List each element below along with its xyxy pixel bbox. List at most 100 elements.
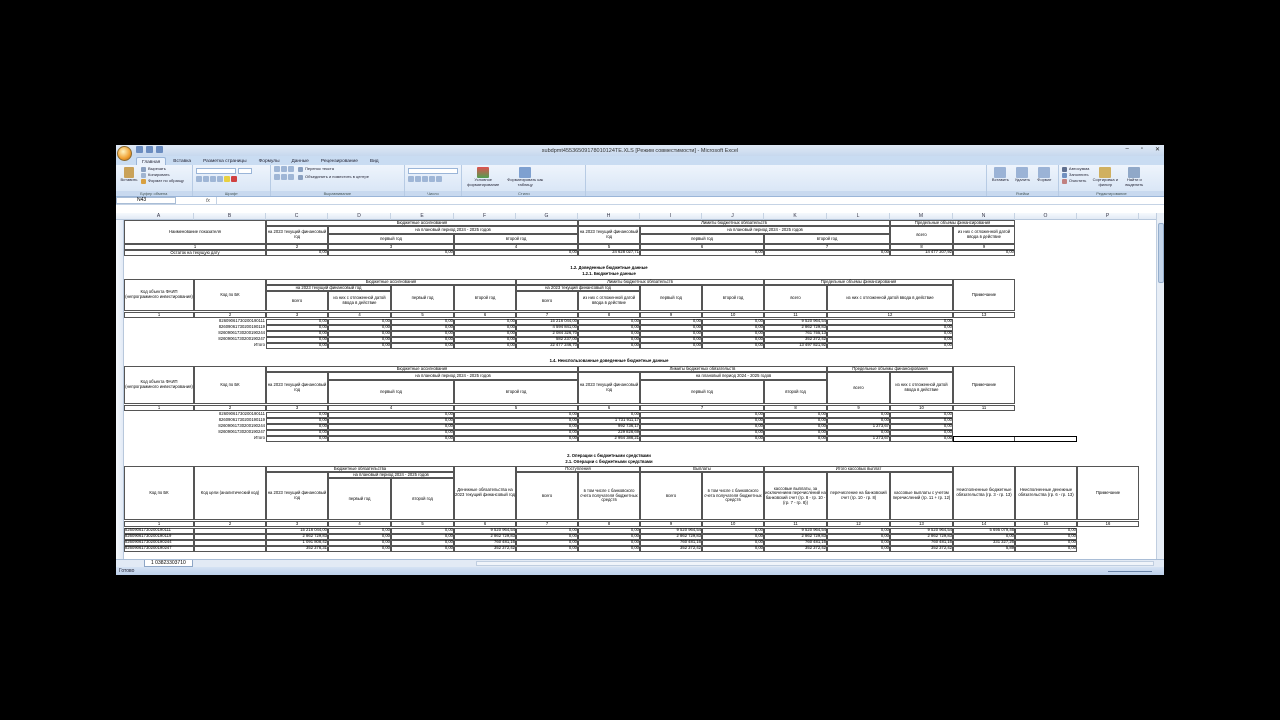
column-header[interactable]: F <box>454 213 516 220</box>
value-cell: 0,00 <box>444 546 453 550</box>
header-current-year: на 2023 текущий финансовый год <box>267 382 327 392</box>
column-header[interactable]: J <box>702 213 764 220</box>
total-value: 0,00 <box>630 343 639 347</box>
header-plan: на плановый период 2024 - 2025 годов <box>727 226 803 232</box>
column-header[interactable]: B <box>194 213 266 220</box>
tab-page-layout[interactable]: Разметка страницы <box>198 157 252 165</box>
row-label: Остаток на текущую дату <box>170 250 220 255</box>
header-monetary: Денежные обязательства на 2023 текущий ф… <box>455 487 515 497</box>
redo-icon[interactable] <box>156 146 163 153</box>
decrease-decimal-icon[interactable] <box>435 176 442 182</box>
fx-icon[interactable]: fx <box>206 198 216 204</box>
column-header[interactable]: I <box>640 213 702 220</box>
italic-icon[interactable] <box>202 176 209 182</box>
total-value: 0,00 <box>444 343 453 347</box>
group-editing: Автосумма Заполнить Очистить Сортировка … <box>1058 165 1164 196</box>
column-header[interactable]: P <box>1077 213 1139 220</box>
align-middle-icon[interactable] <box>281 166 287 172</box>
column-header[interactable]: L <box>827 213 890 220</box>
sheet-tab[interactable]: 1 03823303710 <box>144 560 193 567</box>
currency-icon[interactable] <box>407 176 414 182</box>
header-faip: Код объекта ФАИП (непрограммного инвести… <box>125 289 193 299</box>
section-subtitle: 1.2.1. Бюджетные данные <box>582 271 636 276</box>
header-deferred: из них с отложенной датой ввода в действ… <box>582 295 636 305</box>
tab-insert[interactable]: Вставка <box>168 157 196 165</box>
column-number: 7 <box>545 521 549 526</box>
cell-grid[interactable]: Наименование показателя Бюджетные ассигно… <box>124 220 1156 567</box>
comma-icon[interactable] <box>421 176 428 182</box>
wrap-text-button[interactable]: Перенос текста <box>298 166 334 172</box>
header-bank: в том числе с банковского счета получате… <box>704 488 762 503</box>
column-header[interactable]: M <box>890 213 953 220</box>
zoom-slider[interactable] <box>1098 569 1158 573</box>
horizontal-scrollbar[interactable] <box>476 561 1154 566</box>
font-name-combo[interactable] <box>195 168 236 174</box>
paste-button[interactable]: Вставить <box>119 166 139 184</box>
font-size-combo[interactable] <box>237 168 252 174</box>
balance-value: 0,00 <box>754 250 763 254</box>
tab-review[interactable]: Рецензирование <box>316 157 363 165</box>
name-box[interactable]: N43 <box>116 197 176 204</box>
total-value: 1 273,67 <box>872 436 889 440</box>
underline-icon[interactable] <box>209 176 216 182</box>
value-cell: 0,00 <box>381 546 390 550</box>
vertical-scrollbar[interactable] <box>1156 213 1164 567</box>
budget-code: 82609061730200190247 <box>125 546 172 550</box>
total-value: 0,00 <box>692 343 701 347</box>
header-note: Примечание <box>1095 489 1121 495</box>
merge-center-button[interactable]: Объединить и поместить в центре <box>298 174 369 180</box>
maximize-icon[interactable]: ▫ <box>1141 146 1143 153</box>
header-bk: Код по БК <box>220 381 240 387</box>
balance-value: 0,00 <box>1005 250 1014 254</box>
column-header[interactable]: D <box>328 213 391 220</box>
header-total: всего <box>665 492 677 498</box>
align-right-icon[interactable] <box>288 174 294 180</box>
header-second-year: второй год <box>474 294 496 300</box>
column-number: 4 <box>358 312 361 317</box>
number-format-combo[interactable] <box>407 168 458 174</box>
group-font: Шрифт <box>192 165 271 196</box>
tab-data[interactable]: Данные <box>287 157 314 165</box>
align-left-icon[interactable] <box>274 174 280 180</box>
ribbon: Вставить Вырезать Копировать Формат по о… <box>116 165 1164 197</box>
border-icon[interactable] <box>216 176 223 182</box>
column-header[interactable]: N <box>953 213 1015 220</box>
format-painter-button[interactable]: Формат по образцу <box>141 178 184 184</box>
column-header[interactable]: A <box>124 213 194 220</box>
column-header[interactable]: G <box>516 213 578 220</box>
column-header[interactable]: O <box>1015 213 1077 220</box>
office-button[interactable] <box>117 146 132 161</box>
tab-formulas[interactable]: Формулы <box>254 157 285 165</box>
align-top-icon[interactable] <box>274 166 280 172</box>
save-icon[interactable] <box>136 146 143 153</box>
column-header[interactable]: E <box>391 213 454 220</box>
fill-color-icon[interactable] <box>223 176 230 182</box>
header-first-year: первый год <box>691 388 713 394</box>
worksheet[interactable]: ABCDEFGHIJKLMNOP Наименование показателя… <box>116 213 1156 567</box>
selected-cell[interactable] <box>953 436 1077 442</box>
value-cell: 0,00 <box>754 546 763 550</box>
scroll-thumb[interactable] <box>1158 223 1164 283</box>
total-value: 0,00 <box>754 343 763 347</box>
percent-icon[interactable] <box>414 176 421 182</box>
header-plan: на плановый период 2024 - 2025 годов <box>415 372 491 378</box>
undo-icon[interactable] <box>146 146 153 153</box>
column-number: 1 <box>157 405 161 410</box>
group-number: Число <box>404 165 463 196</box>
column-header[interactable]: H <box>578 213 640 220</box>
minimize-icon[interactable]: – <box>1125 146 1128 153</box>
column-header[interactable]: K <box>764 213 827 220</box>
header-first-year: первый год <box>348 495 371 501</box>
column-header[interactable]: C <box>266 213 328 220</box>
increase-decimal-icon[interactable] <box>428 176 435 182</box>
bold-icon[interactable] <box>195 176 202 182</box>
close-icon[interactable]: ✕ <box>1155 146 1160 153</box>
tab-home[interactable]: Главная <box>136 157 167 165</box>
align-center-icon[interactable] <box>281 174 287 180</box>
group-styles: Условное форматирование Форматировать ка… <box>462 165 587 196</box>
tab-view[interactable]: Вид <box>365 157 384 165</box>
align-bottom-icon[interactable] <box>288 166 294 172</box>
formula-input[interactable] <box>216 197 1164 204</box>
font-color-icon[interactable] <box>230 176 237 182</box>
clear-button[interactable]: Очистить <box>1061 178 1089 184</box>
